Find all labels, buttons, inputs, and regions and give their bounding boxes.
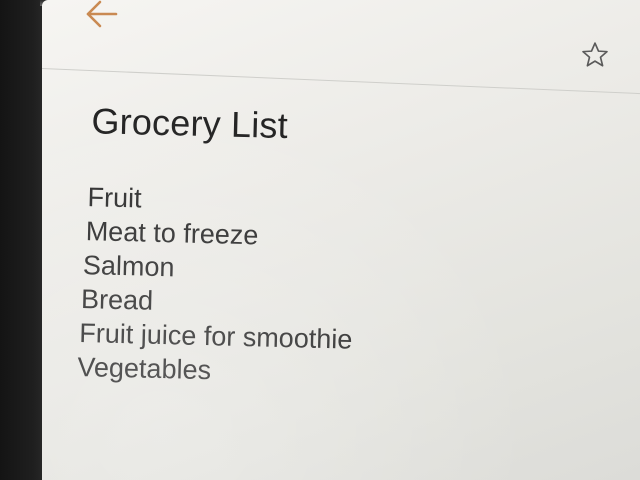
star-outline-icon [582, 42, 608, 67]
device-frame: Grocery List Fruit Meat to freeze Salmon… [0, 0, 640, 480]
arrow-left-icon [86, 0, 118, 28]
note-screen: Grocery List Fruit Meat to freeze Salmon… [41, 0, 640, 480]
app-bar-divider [41, 68, 640, 95]
back-button[interactable] [82, 0, 122, 32]
app-bar [41, 0, 640, 95]
note-body[interactable]: Fruit Meat to freeze Salmon Bread Fruit … [75, 180, 600, 397]
favorite-button[interactable] [578, 38, 612, 72]
note-title[interactable]: Grocery List [91, 100, 602, 154]
device-bezel [0, 0, 48, 480]
note-content[interactable]: Grocery List Fruit Meat to freeze Salmon… [75, 100, 602, 397]
